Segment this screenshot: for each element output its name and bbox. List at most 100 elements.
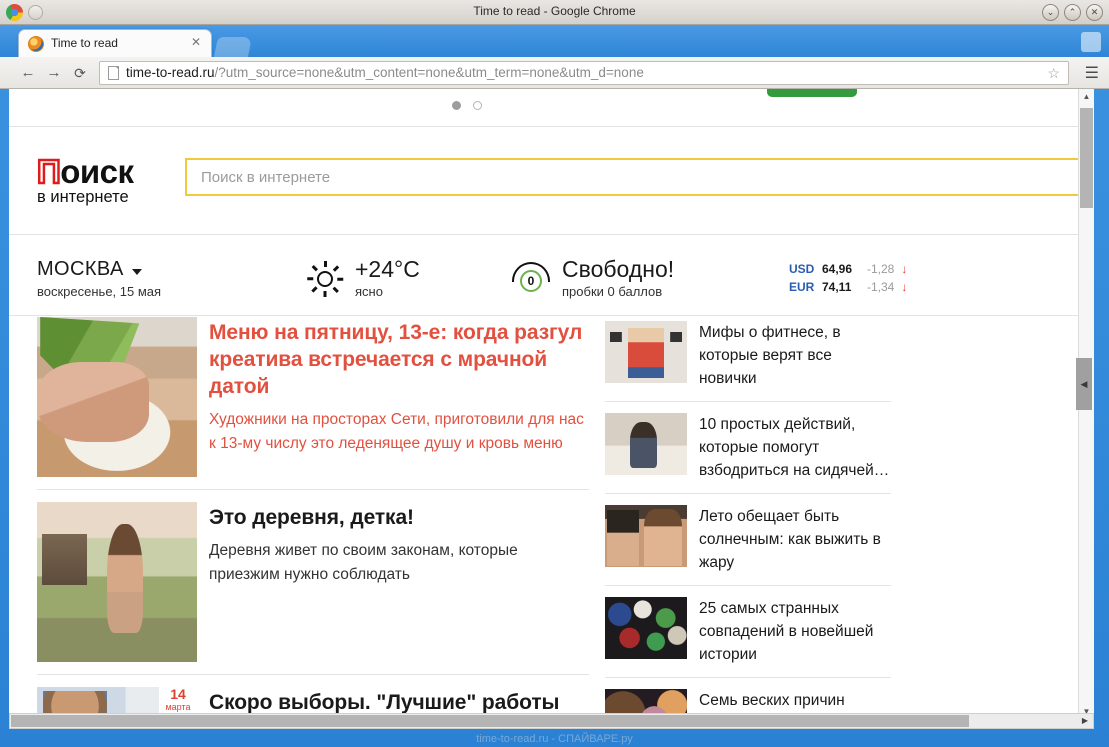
side-thumbnail[interactable]	[605, 321, 687, 383]
city-selector[interactable]: МОСКВА воскресенье, 15 мая	[37, 258, 161, 299]
weather-condition: ясно	[355, 284, 383, 299]
rate-value: 64,96	[822, 262, 853, 276]
window-controls: ⌄ ⌃ ✕	[1042, 4, 1103, 21]
reload-icon[interactable]: ⟳	[70, 63, 90, 83]
address-bar-text: time-to-read.ru/?utm_source=none&utm_con…	[126, 65, 644, 80]
feature-article[interactable]: Меню на пятницу, 13-е: когда разгул креа…	[37, 317, 589, 490]
new-tab-button[interactable]	[213, 37, 253, 57]
logo-first-letter: П	[36, 152, 62, 191]
forward-icon[interactable]: →	[44, 63, 64, 83]
tab-close-icon[interactable]: ✕	[191, 35, 201, 49]
traffic-gauge-icon: 0	[512, 260, 550, 298]
rate-down-arrow-icon: ↓	[901, 280, 908, 294]
browser-window: Time to read - Google Chrome ⌄ ⌃ ✕ Time …	[0, 0, 1109, 747]
weather-widget[interactable]: +24°C ясно	[307, 256, 420, 299]
featured-column: Меню на пятницу, 13-е: когда разгул креа…	[37, 317, 589, 720]
city-name: МОСКВА	[37, 258, 124, 280]
page-viewport: ч эль Поиск в интернете Поиск в интернет…	[9, 89, 1094, 720]
favicon-icon	[28, 36, 44, 52]
logo-wordmark: Поиск	[36, 152, 177, 191]
side-thumbnail[interactable]	[605, 413, 687, 475]
article-description: Художники на просторах Сети, приготовили…	[209, 411, 584, 452]
web-page: ч эль Поиск в интернете Поиск в интернет…	[9, 89, 1094, 720]
article-description: Деревня живет по своим законам, которые …	[209, 542, 518, 583]
rate-delta: -1,28	[867, 262, 895, 276]
green-action-button[interactable]	[767, 89, 857, 97]
city-name-row: МОСКВА	[37, 258, 161, 281]
rate-value: 74,11	[822, 280, 852, 294]
title-bar: Time to read - Google Chrome ⌄ ⌃ ✕	[0, 0, 1109, 25]
article-title[interactable]: Скоро выборы. "Лучшие" работы	[209, 689, 589, 716]
close-button[interactable]: ✕	[1086, 4, 1103, 21]
rate-currency: EUR	[789, 280, 815, 294]
browser-toolbar: ← → ⟳ time-to-read.ru/?utm_source=none&u…	[0, 57, 1109, 89]
side-thumbnail[interactable]	[605, 505, 687, 567]
list-item[interactable]: 10 простых действий, которые помогут взб…	[605, 402, 891, 494]
traffic-score: 0	[520, 270, 542, 292]
tab-label: Time to read	[51, 36, 118, 50]
traffic-widget[interactable]: 0 Свободно! пробки 0 баллов	[512, 256, 674, 299]
article-title[interactable]: Меню на пятницу, 13-е: когда разгул креа…	[209, 319, 589, 400]
back-icon[interactable]: ←	[18, 63, 38, 83]
url-domain: time-to-read.ru	[126, 65, 215, 80]
side-panel-toggle[interactable]: ◀	[1076, 358, 1092, 410]
scroll-up-icon[interactable]: ▲	[1079, 89, 1094, 105]
carousel-dot-2[interactable]	[473, 101, 482, 110]
traffic-subtitle: пробки 0 баллов	[562, 284, 663, 299]
temperature: +24°C	[355, 256, 420, 282]
article-body: Это деревня, детка! Деревня живет по сво…	[209, 502, 589, 662]
address-bar[interactable]: time-to-read.ru/?utm_source=none&utm_con…	[99, 61, 1069, 85]
article-body: Меню на пятницу, 13-е: когда разгул креа…	[209, 317, 589, 477]
url-query: /?utm_source=none&utm_content=none&utm_t…	[214, 65, 644, 80]
side-article-title[interactable]: Лето обещает быть солнечным: как выжить …	[699, 505, 891, 574]
traffic-title: Свободно!	[562, 256, 675, 282]
page-info-icon[interactable]	[108, 66, 119, 80]
scrollbar-thumb[interactable]	[1080, 108, 1093, 208]
current-date: воскресенье, 15 мая	[37, 284, 162, 299]
minimize-button[interactable]: ⌄	[1042, 4, 1059, 21]
carousel-dots	[452, 101, 482, 110]
chevron-down-icon[interactable]	[131, 268, 142, 275]
article-thumbnail[interactable]	[37, 317, 197, 477]
tab-time-to-read[interactable]: Time to read ✕	[18, 29, 212, 57]
logo-subtitle: в интернете	[37, 188, 129, 206]
currency-rates[interactable]: USD 64,96 -1,28 ↓ EUR 74,11 -1,34 ↓	[789, 260, 907, 296]
search-placeholder: Поиск в интернете	[201, 169, 331, 186]
badge-month: марта	[165, 702, 191, 712]
list-item[interactable]: 25 самых странных совпадений в новейшей …	[605, 586, 891, 678]
site-logo: Поиск в интернете	[36, 152, 177, 207]
rate-down-arrow-icon: ↓	[901, 262, 908, 276]
side-column: Мифы о фитнесе, в которые верят все нови…	[605, 317, 891, 720]
list-item[interactable]: Мифы о фитнесе, в которые верят все нови…	[605, 317, 891, 402]
carousel-dot-1[interactable]	[452, 101, 461, 110]
side-thumbnail[interactable]	[605, 597, 687, 659]
article-thumbnail[interactable]	[37, 502, 197, 662]
info-bar: МОСКВА воскресенье, 15 мая +24°C ясно 0 …	[9, 236, 1078, 316]
scroll-right-icon[interactable]: ▶	[1078, 715, 1092, 727]
horizontal-scrollbar[interactable]: ▶	[9, 713, 1094, 729]
side-article-title[interactable]: 25 самых странных совпадений в новейшей …	[699, 597, 891, 666]
rate-delta: -1,34	[867, 280, 895, 294]
profile-icon[interactable]	[1081, 32, 1101, 52]
search-section: Поиск в интернете Поиск в интернете	[9, 127, 1094, 235]
carousel-strip: ч эль	[9, 89, 1078, 127]
window-title: Time to read - Google Chrome	[473, 4, 636, 18]
rate-currency: USD	[789, 262, 815, 276]
watermark-text: time-to-read.ru - СПАЙВАРЕ.ру	[476, 733, 633, 745]
feature-article[interactable]: Это деревня, детка! Деревня живет по сво…	[37, 490, 589, 675]
hamburger-menu-icon[interactable]: ☰	[1085, 63, 1099, 83]
maximize-button[interactable]: ⌃	[1064, 4, 1081, 21]
sun-icon	[307, 261, 344, 297]
list-item[interactable]: Лето обещает быть солнечным: как выжить …	[605, 494, 891, 586]
news-section: Меню на пятницу, 13-е: когда разгул креа…	[9, 317, 1078, 720]
side-article-title[interactable]: 10 простых действий, которые помогут взб…	[699, 413, 891, 482]
logo-rest: оиск	[60, 153, 134, 190]
rate-row-usd: USD 64,96 -1,28 ↓	[789, 260, 907, 278]
rate-row-eur: EUR 74,11 -1,34 ↓	[789, 278, 907, 296]
bookmark-star-icon[interactable]: ☆	[1047, 65, 1060, 82]
side-article-title[interactable]: Мифы о фитнесе, в которые верят все нови…	[699, 321, 891, 390]
hscrollbar-thumb[interactable]	[11, 715, 969, 727]
article-title[interactable]: Это деревня, детка!	[209, 504, 589, 531]
badge-day: 14	[170, 686, 186, 702]
search-input[interactable]: Поиск в интернете	[185, 158, 1094, 196]
